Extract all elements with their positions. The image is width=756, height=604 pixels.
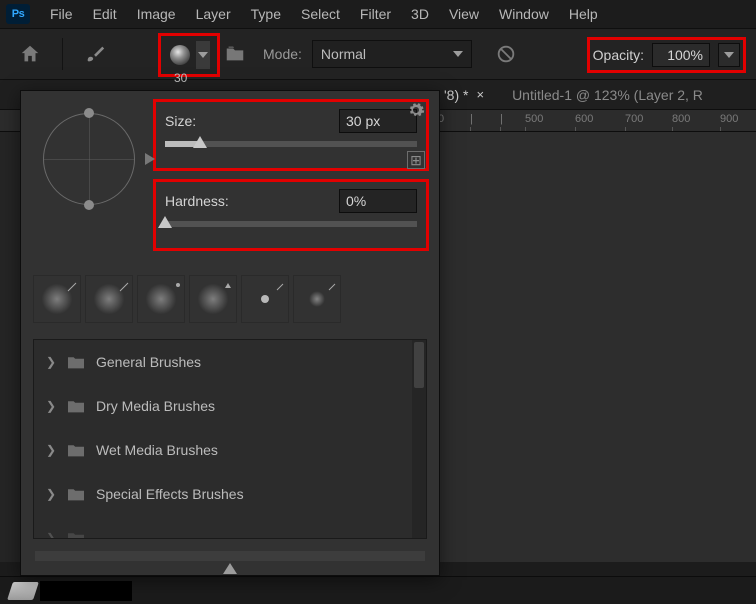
menu-select[interactable]: Select — [291, 2, 350, 26]
menu-image[interactable]: Image — [127, 2, 186, 26]
menu-type[interactable]: Type — [241, 2, 291, 26]
brush-preview-icon — [170, 45, 190, 65]
folder-label: Dry Media Brushes — [96, 398, 215, 414]
options-bar: 30 Mode: Normal Opacity: 100% — [0, 28, 756, 80]
menu-filter[interactable]: Filter — [350, 2, 401, 26]
brush-preset[interactable] — [33, 275, 81, 323]
hardness-slider[interactable] — [165, 221, 417, 227]
menu-help[interactable]: Help — [559, 2, 608, 26]
ruler-tick: | — [500, 113, 503, 125]
chevron-right-icon: ❯ — [46, 355, 56, 369]
blend-mode-value: Normal — [321, 46, 366, 62]
brush-folder[interactable]: ❯ Dry Media Brushes — [34, 384, 426, 428]
app-logo: Ps — [6, 4, 30, 24]
menu-edit[interactable]: Edit — [83, 2, 127, 26]
menu-file[interactable]: File — [40, 2, 83, 26]
menu-view[interactable]: View — [439, 2, 489, 26]
folder-label: Special Effects Brushes — [96, 486, 244, 502]
chevron-right-icon: ❯ — [46, 531, 56, 539]
highlight-hardness-slider: Hardness: 0% — [153, 179, 429, 251]
arrow-right-icon — [145, 153, 155, 165]
opacity-dropdown[interactable] — [718, 43, 740, 67]
brush-preset[interactable] — [189, 275, 237, 323]
blend-mode-select[interactable]: Normal — [312, 40, 472, 68]
ruler-tick: 600 — [575, 113, 593, 125]
brush-preset[interactable] — [137, 275, 185, 323]
opacity-label: Opacity: — [593, 47, 644, 63]
gear-icon[interactable] — [407, 101, 425, 119]
folder-label: General Brushes — [96, 354, 201, 370]
chevron-right-icon: ❯ — [46, 399, 56, 413]
folder-icon — [66, 442, 86, 458]
ruler-tick: 900 — [720, 113, 738, 125]
menu-bar: Ps File Edit Image Layer Type Select Fil… — [0, 0, 756, 28]
brush-preset[interactable] — [85, 275, 133, 323]
create-preset-button[interactable]: ⊞ — [407, 151, 425, 169]
document-tab[interactable]: Untitled-1 @ 123% (Layer 2, R — [498, 80, 717, 109]
brush-preset-strip — [21, 267, 439, 333]
brush-settings-button[interactable] — [217, 36, 253, 72]
size-input[interactable]: 30 px — [339, 109, 417, 133]
highlight-opacity: Opacity: 100% — [587, 37, 746, 73]
brush-folder[interactable]: ❯ Wet Media Brushes — [34, 428, 426, 472]
home-button[interactable] — [12, 36, 48, 72]
highlight-size-slider: Size: 30 px — [153, 99, 429, 171]
ruler-tick: 500 — [525, 113, 543, 125]
folder-icon — [66, 354, 86, 370]
footer-bar — [0, 576, 756, 604]
folder-icon — [66, 486, 86, 502]
brush-folder[interactable]: ❯ — [34, 516, 426, 539]
brush-tool-icon[interactable] — [77, 36, 113, 72]
brush-size-readout: 30 — [174, 71, 187, 85]
eraser-icon[interactable] — [7, 582, 39, 600]
menu-3d[interactable]: 3D — [401, 2, 439, 26]
folder-icon — [66, 530, 86, 539]
panel-resize-bar[interactable] — [35, 551, 425, 561]
brush-preset[interactable] — [241, 275, 289, 323]
color-swatch[interactable] — [40, 581, 132, 601]
close-icon[interactable]: × — [476, 87, 484, 102]
separator — [62, 38, 63, 70]
chevron-right-icon: ❯ — [46, 443, 56, 457]
size-label: Size: — [165, 113, 196, 129]
brush-folder[interactable]: ❯ Special Effects Brushes — [34, 472, 426, 516]
chevron-right-icon: ❯ — [46, 487, 56, 501]
brush-preset-panel: Size: 30 px Hardness: 0% — [20, 90, 440, 576]
hardness-input[interactable]: 0% — [339, 189, 417, 213]
brush-preset[interactable] — [293, 275, 341, 323]
scrollbar[interactable] — [412, 340, 426, 538]
scrollbar-thumb[interactable] — [414, 342, 424, 388]
tab-title: Untitled-1 @ 123% (Layer 2, R — [512, 87, 703, 103]
hardness-label: Hardness: — [165, 193, 229, 209]
brush-preset-dropdown[interactable]: 30 — [164, 39, 214, 71]
brush-folder[interactable]: ❯ General Brushes — [34, 340, 426, 384]
highlight-brush-preset: 30 — [158, 33, 220, 77]
tab-title: '8) * — [444, 87, 468, 103]
ruler-tick: 800 — [672, 113, 690, 125]
chevron-down-icon — [453, 51, 463, 57]
chevron-down-icon[interactable] — [196, 41, 210, 69]
pressure-opacity-button[interactable] — [488, 36, 524, 72]
folder-label: Wet Media Brushes — [96, 442, 218, 458]
brush-folder-list: ❯ General Brushes ❯ Dry Media Brushes ❯ … — [33, 339, 427, 539]
menu-window[interactable]: Window — [489, 2, 559, 26]
mode-label: Mode: — [263, 46, 302, 62]
folder-icon — [66, 398, 86, 414]
menu-layer[interactable]: Layer — [186, 2, 241, 26]
brush-angle-widget[interactable] — [33, 103, 145, 215]
ruler-tick: | — [470, 113, 473, 125]
size-slider[interactable] — [165, 141, 417, 147]
ruler-tick: 700 — [625, 113, 643, 125]
opacity-input[interactable]: 100% — [652, 43, 710, 67]
document-tab[interactable]: '8) * × — [430, 80, 498, 109]
